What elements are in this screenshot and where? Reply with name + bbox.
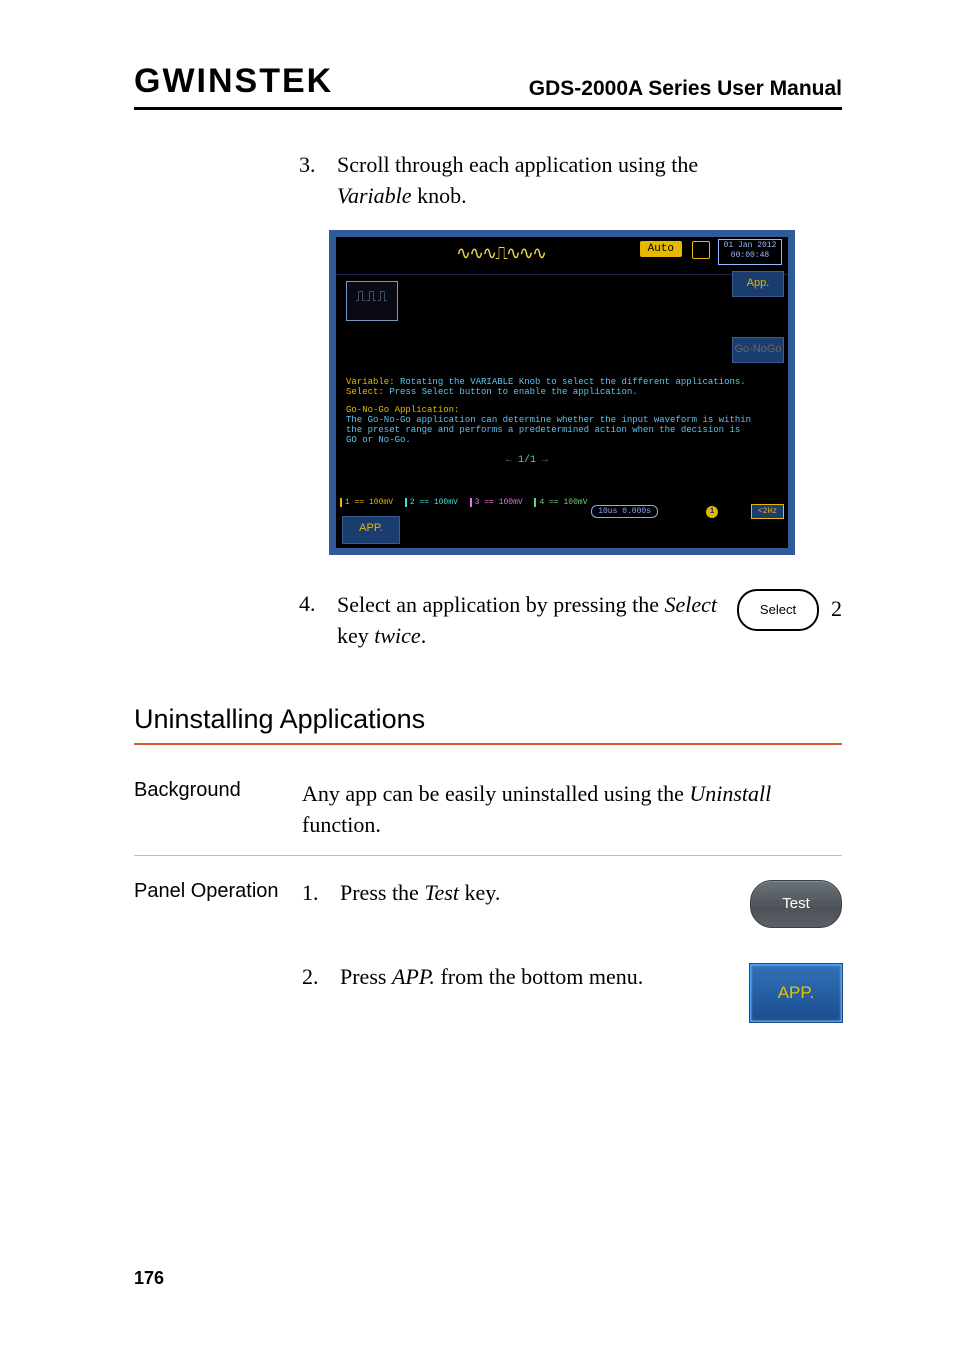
- press-count: 2: [831, 594, 842, 625]
- oscilloscope-screenshot: ∿∿∿⎍∿∿∿ Auto 01 Jan 2012 00:00:48 App. G…: [329, 230, 795, 555]
- help-text-app: Go-No-Go Application: The Go-No-Go appli…: [346, 405, 751, 445]
- page-header: GWINSTEK GDS-2000A Series User Manual: [134, 62, 842, 110]
- pager: ← 1/1 →: [506, 455, 548, 466]
- ch3-status: 3 == 100mV: [470, 498, 526, 507]
- row-divider: [134, 855, 842, 856]
- section-heading: Uninstalling Applications: [134, 704, 842, 745]
- ch4-status: 4 == 100mV: [534, 498, 590, 507]
- step-4: 4. Select an application by pressing the…: [299, 589, 842, 653]
- brand-logo: GWINSTEK: [134, 62, 333, 101]
- step-number: 3.: [299, 150, 325, 212]
- page-number: 176: [134, 1268, 164, 1289]
- ch2-status: 2 == 100mV: [405, 498, 461, 507]
- row-label-background: Background: [134, 779, 282, 802]
- mode-icon: [692, 241, 710, 259]
- ch1-status: 1 == 100mV: [340, 498, 396, 507]
- bottom-menu: APP.: [336, 510, 788, 548]
- datetime-box: 01 Jan 2012 00:00:48: [718, 239, 782, 265]
- side-btn-app[interactable]: App.: [732, 271, 784, 297]
- step-text: Press the Test key.: [340, 880, 730, 906]
- document-title: GDS-2000A Series User Manual: [529, 77, 842, 101]
- page: GWINSTEK GDS-2000A Series User Manual 3.…: [0, 0, 954, 1098]
- step-text: Press APP. from the bottom menu.: [340, 964, 730, 990]
- select-key-icon: Select: [737, 589, 819, 631]
- background-body: Any app can be easily uninstalled using …: [302, 779, 842, 841]
- row-label-panelop: Panel Operation: [134, 880, 282, 903]
- scr-topbar: ∿∿∿⎍∿∿∿ Auto 01 Jan 2012 00:00:48: [336, 237, 788, 275]
- panel-op-step-2: 2. Press APP. from the bottom menu. APP.: [134, 964, 842, 1022]
- step-3: 3. Scroll through each application using…: [299, 150, 842, 212]
- side-btn-gonogo[interactable]: Go-NoGo: [732, 337, 784, 363]
- step-number: 4.: [299, 589, 325, 653]
- content-body: 3. Scroll through each application using…: [299, 150, 842, 652]
- waveform-preview-icon: ∿∿∿⎍∿∿∿: [456, 243, 545, 265]
- bottom-btn-app[interactable]: APP.: [342, 516, 400, 544]
- step-text: Select an application by pressing the Se…: [337, 589, 725, 653]
- help-text-variable: Variable: Rotating the VARIABLE Knob to …: [346, 377, 746, 397]
- step-number: 2.: [302, 964, 328, 990]
- logo-text: GWINSTEK: [134, 62, 333, 101]
- step-text: Scroll through each application using th…: [337, 150, 698, 212]
- app-icon-glyph: ⎍⎍⎍: [347, 282, 397, 306]
- app-softkey-icon: APP.: [750, 964, 842, 1022]
- panel-op-step-1: Panel Operation 1. Press the Test key. T…: [134, 880, 842, 928]
- auto-badge: Auto: [640, 241, 682, 257]
- step-4-right: Select 2: [737, 589, 842, 631]
- test-key-icon: Test: [750, 880, 842, 928]
- step-number: 1.: [302, 880, 328, 906]
- background-row: Background Any app can be easily uninsta…: [134, 779, 842, 841]
- app-icon: ⎍⎍⎍: [346, 281, 398, 321]
